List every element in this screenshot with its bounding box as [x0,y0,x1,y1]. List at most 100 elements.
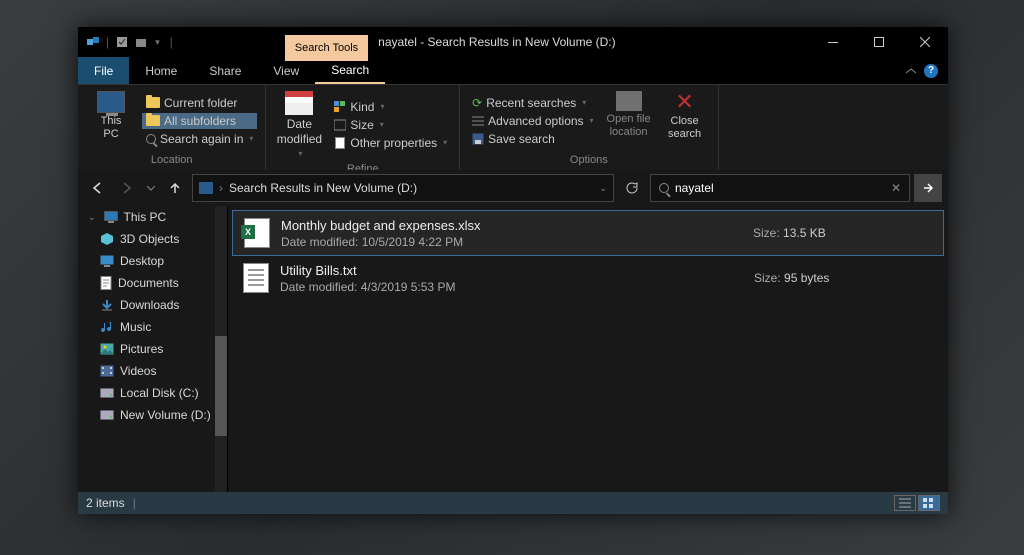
file-name: Monthly budget and expenses.xlsx [281,218,743,233]
monitor-icon [104,211,118,223]
tab-search[interactable]: Search [315,57,385,84]
sidebar-item-label: Desktop [120,254,164,268]
date-modified-button[interactable]: Date modified ▾ [274,89,324,161]
forward-button[interactable] [114,175,140,201]
sidebar-item-label: Videos [120,364,156,378]
titlebar: | ▾ | Search Tools nayatel - Search Resu… [78,27,948,57]
search-again-button[interactable]: Search again in▾ [142,131,257,147]
search-again-label: Search again in [160,132,243,146]
tab-view[interactable]: View [257,57,315,84]
contextual-tab-area: Search Tools [285,27,368,57]
sidebar-item-desktop[interactable]: Desktop [78,250,227,272]
close-button[interactable] [902,27,948,57]
result-item[interactable]: Monthly budget and expenses.xlsxDate mod… [232,210,944,256]
search-go-button[interactable] [914,174,942,202]
address-bar[interactable]: › Search Results in New Volume (D:) ⌄ [192,174,614,202]
chevron-right-icon: › [219,181,223,195]
history-dropdown[interactable] [144,175,158,201]
sidebar-item-label: New Volume (D:) [120,408,211,422]
results-list: Monthly budget and expenses.xlsxDate mod… [228,206,948,492]
sidebar-item-3d-objects[interactable]: 3D Objects [78,228,227,250]
size-label: Size [350,118,373,132]
file-size: Size: 13.5 KB [753,226,933,240]
this-pc-label: This PC [101,115,122,141]
file-info: Utility Bills.txtDate modified: 4/3/2019… [280,263,744,294]
address-dropdown[interactable]: ⌄ [599,183,607,194]
all-subfolders-button[interactable]: All subfolders [142,113,257,129]
kind-button[interactable]: Kind▾ [330,99,451,115]
maximize-button[interactable] [856,27,902,57]
scrollbar-thumb[interactable] [215,336,227,436]
advanced-options-button[interactable]: Advanced options▾ [468,113,597,129]
window-controls [810,27,948,57]
current-folder-button[interactable]: Current folder [142,95,257,111]
group-label-location: Location [151,152,193,168]
sidebar-item-local-disk-c-[interactable]: Local Disk (C:) [78,382,227,404]
sidebar-item-videos[interactable]: Videos [78,360,227,382]
location-icon [199,182,213,194]
recent-searches-button[interactable]: ⟳ Recent searches ▾ [468,95,597,111]
recent-searches-label: Recent searches [486,96,576,110]
close-search-button[interactable]: ✕ Close search [660,89,710,152]
close-x-icon: ✕ [675,91,693,113]
pic-icon [100,343,114,355]
properties-icon[interactable] [115,35,129,49]
this-pc-button[interactable]: This PC [86,89,136,152]
open-file-location-button[interactable]: Open file location [604,89,654,152]
refresh-button[interactable] [618,174,646,202]
separator: | [170,35,173,49]
sidebar-item-downloads[interactable]: Downloads [78,294,227,316]
tab-home[interactable]: Home [129,57,193,84]
sidebar-item-music[interactable]: Music [78,316,227,338]
sidebar-item-label: Pictures [120,342,163,356]
search-box[interactable]: ✕ [650,174,910,202]
up-button[interactable] [162,175,188,201]
calendar-icon [285,91,313,115]
folder-icon [146,97,160,108]
chevron-down-icon: ▾ [590,116,594,125]
search-input[interactable] [675,181,885,195]
separator: | [106,35,109,49]
result-item[interactable]: Utility Bills.txtDate modified: 4/3/2019… [232,256,944,300]
doc-icon [100,276,112,290]
tab-share[interactable]: Share [193,57,257,84]
tab-file[interactable]: File [78,57,129,84]
sidebar-item-this-pc[interactable]: ⌄ This PC [78,206,227,228]
video-icon [100,365,114,377]
sidebar-item-documents[interactable]: Documents [78,272,227,294]
recent-icon: ⟳ [472,96,482,110]
chevron-down-icon: ▾ [380,102,384,111]
explorer-icon [86,35,100,49]
props-icon [334,137,346,149]
new-folder-icon[interactable] [135,35,149,49]
collapse-ribbon-button[interactable] [906,68,916,74]
ribbon-group-refine: Date modified ▾ Kind▾ Size▾ Other proper… [266,85,460,170]
expand-icon: ⌄ [88,212,96,223]
sidebar-header-label: This PC [124,210,167,224]
details-view-button[interactable] [894,495,916,511]
sidebar-scrollbar[interactable] [215,206,227,492]
list-icon [472,116,484,126]
sidebar-item-pictures[interactable]: Pictures [78,338,227,360]
chevron-down-icon: ▾ [582,98,586,107]
disk-icon [100,409,114,421]
clear-search-button[interactable]: ✕ [891,181,901,195]
desktop-icon [100,255,114,267]
help-icon[interactable]: ? [924,64,938,78]
save-search-button[interactable]: Save search [468,131,597,147]
qat-dropdown[interactable]: ▾ [155,37,160,48]
other-properties-button[interactable]: Other properties▾ [330,135,451,151]
date-modified-label: Date modified ▾ [274,117,324,161]
save-icon [472,133,484,145]
file-explorer-window: | ▾ | Search Tools nayatel - Search Resu… [78,27,948,514]
item-count: 2 items [86,496,125,510]
sidebar-item-label: 3D Objects [120,232,179,246]
minimize-button[interactable] [810,27,856,57]
navigation-toolbar: › Search Results in New Volume (D:) ⌄ ✕ [78,170,948,206]
ribbon-group-location: This PC Current folder All subfolders Se… [78,85,266,170]
sidebar-item-new-volume-d-[interactable]: New Volume (D:) [78,404,227,426]
ribbon: This PC Current folder All subfolders Se… [78,85,948,170]
large-icons-view-button[interactable] [918,495,940,511]
size-button[interactable]: Size▾ [330,117,451,133]
back-button[interactable] [84,175,110,201]
